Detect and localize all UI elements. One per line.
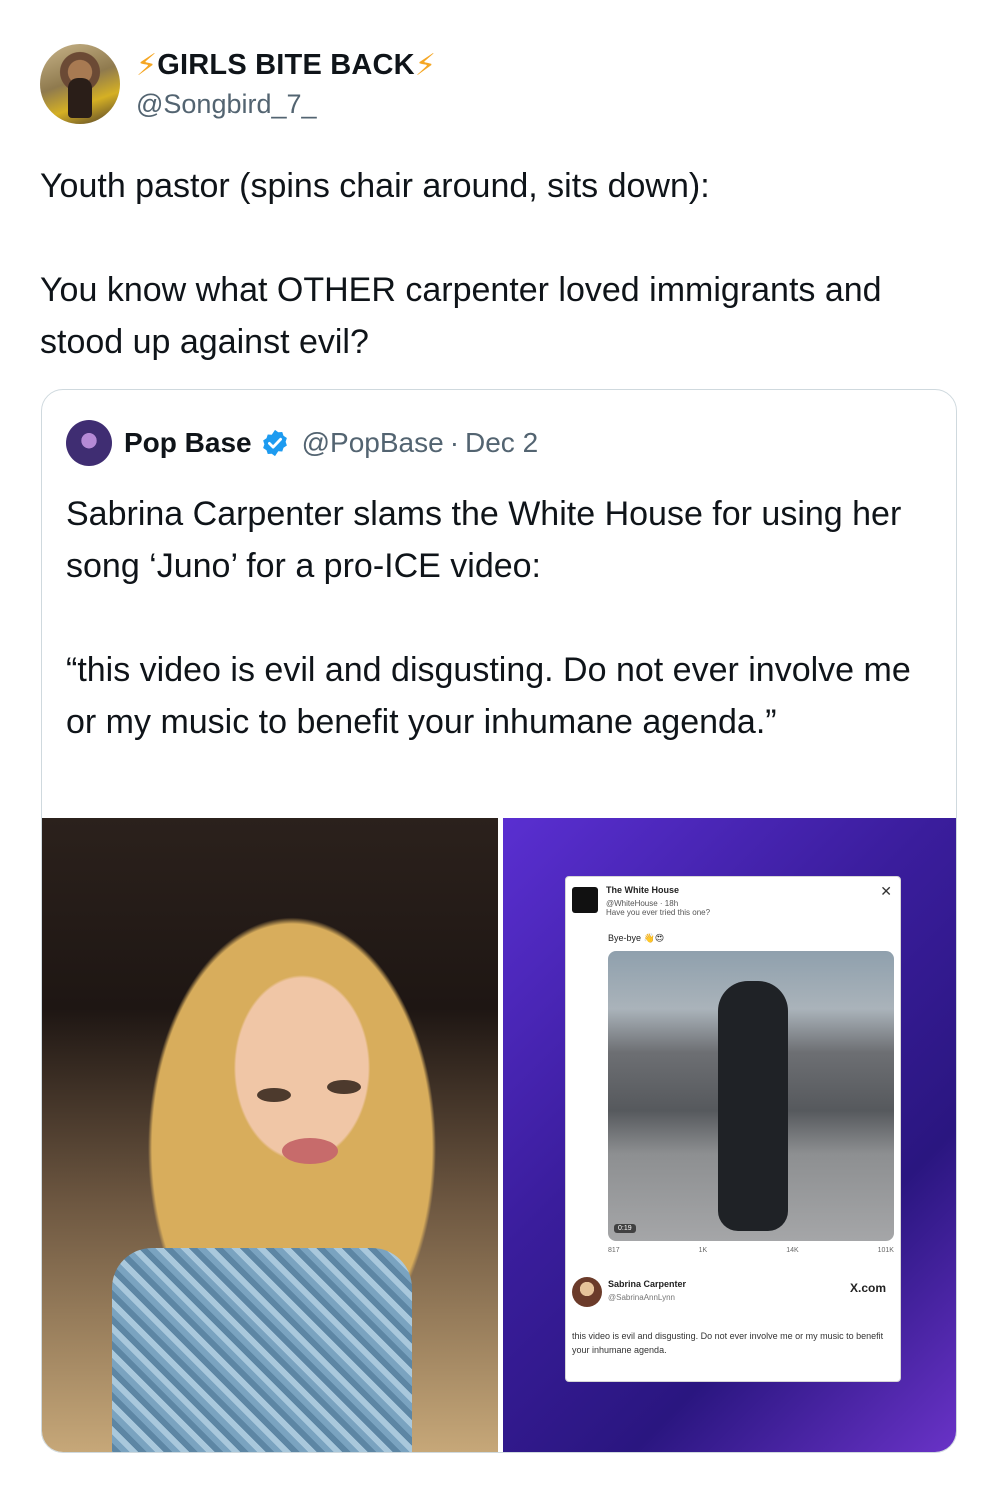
video-time: 0:19 (614, 1224, 636, 1233)
eye (327, 1080, 361, 1094)
view-count: 101K (877, 1247, 894, 1254)
white-house-logo (572, 887, 598, 913)
quoted-text: Sabrina Carpenter slams the White House … (66, 495, 911, 741)
author-handle[interactable]: @Songbird_7_ (136, 89, 436, 120)
quoted-avatar[interactable] (66, 420, 112, 466)
like-count: 14K (786, 1247, 799, 1254)
wh-text: Have you ever tried this one? (606, 908, 711, 917)
lightning-bolt-icon: ⚡ (136, 49, 158, 82)
verified-badge-icon (262, 429, 287, 457)
embedded-tweet-card: The White House @WhiteHouse · 18h Have y… (565, 876, 901, 1382)
byebye-text: Bye-bye 👋😍 (608, 933, 665, 943)
xcom-label: X.com (849, 1281, 886, 1295)
author-names: ⚡ GIRLS BITE BACK ⚡ @Songbird_7_ (136, 48, 436, 120)
sc-quote: this video is evil and disgusting. Do no… (572, 1331, 884, 1355)
repost-count: 1K (698, 1247, 708, 1254)
quoted-header: Pop Base @PopBase · Dec 2 (66, 420, 538, 466)
quoted-name[interactable]: Pop Base (124, 427, 252, 459)
sequin-dress (112, 1248, 412, 1452)
screenshot-image[interactable]: The White House @WhiteHouse · 18h Have y… (503, 818, 956, 1452)
tweet-header: ⚡ GIRLS BITE BACK ⚡ @Songbird_7_ (40, 44, 436, 124)
reply-count: 817 (608, 1247, 620, 1254)
sabrina-avatar (572, 1277, 602, 1307)
wh-name: The White House (606, 885, 680, 895)
quoted-tweet[interactable]: Pop Base @PopBase · Dec 2 Sabrina Carpen… (41, 389, 957, 1453)
quoted-handle[interactable]: @PopBase (302, 427, 444, 459)
person-figure (718, 981, 788, 1231)
sc-name: Sabrina Carpenter (608, 1279, 687, 1289)
author-display-name[interactable]: ⚡ GIRLS BITE BACK ⚡ (136, 48, 436, 83)
tweet-text: Youth pastor (spins chair around, sits d… (40, 167, 882, 361)
sabrina-photo[interactable] (42, 818, 498, 1452)
lips (282, 1138, 338, 1164)
author-avatar[interactable] (40, 44, 120, 124)
wh-meta: @WhiteHouse · 18h Have you ever tried th… (606, 899, 710, 917)
video-thumbnail: 0:19 (608, 951, 894, 1241)
embedded-stats: 817 1K 14K 101K (608, 1247, 894, 1254)
dot-separator: · (449, 427, 460, 458)
x-logo-icon: ✕ (880, 883, 892, 899)
author-display-name-text: GIRLS BITE BACK (157, 49, 415, 81)
lightning-bolt-icon: ⚡ (414, 49, 437, 82)
wh-meta-text: @WhiteHouse · 18h (606, 899, 679, 908)
quoted-date[interactable]: Dec 2 (465, 427, 538, 459)
eye (257, 1088, 291, 1102)
sc-handle: @SabrinaAnnLynn (608, 1293, 675, 1302)
